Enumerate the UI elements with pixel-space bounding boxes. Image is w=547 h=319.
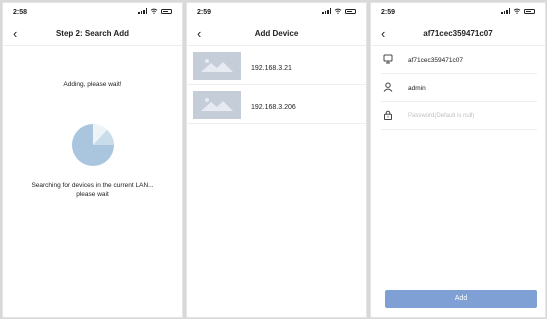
radar-scan-icon (72, 124, 114, 166)
search-add-screen: 2:58 ‹ Step 2: Search Add Adding, please… (2, 2, 183, 318)
signal-icon (501, 8, 510, 14)
status-bar: 2:58 (3, 3, 182, 23)
status-bar: 2:59 (371, 3, 545, 23)
wifi-icon (513, 8, 521, 14)
device-thumbnail-icon (193, 52, 241, 80)
page-title: Add Device (254, 29, 299, 38)
username-field[interactable]: admin (381, 74, 537, 102)
wifi-icon (150, 8, 158, 14)
page-title: af71cec359471c07 (423, 29, 493, 38)
status-time: 2:59 (381, 9, 396, 16)
password-placeholder: Password(Default is null) (408, 113, 475, 119)
nav-bar: ‹ af71cec359471c07 (371, 23, 545, 46)
device-list-item[interactable]: 192.168.3.206 (187, 85, 366, 124)
device-thumbnail-icon (193, 91, 241, 119)
status-time: 2:58 (13, 9, 28, 16)
add-button[interactable]: Add (385, 290, 537, 308)
device-list-item[interactable]: 192.168.3.21 (187, 46, 366, 85)
add-device-screen: 2:59 ‹ Add Device 192.168.3.21 192.168.3… (186, 2, 367, 318)
password-field[interactable]: Password(Default is null) (381, 102, 537, 130)
device-ip: 192.168.3.21 (251, 65, 292, 72)
page-title: Step 2: Search Add (55, 29, 130, 38)
battery-icon (345, 8, 356, 14)
adding-message: Adding, please wait! (63, 81, 122, 88)
signal-icon (138, 8, 147, 14)
searching-message: Searching for devices in the current LAN… (3, 181, 182, 199)
status-icons (322, 8, 356, 14)
status-bar: 2:59 (187, 3, 366, 23)
device-login-screen: 2:59 ‹ af71cec359471c07 af71cec359471c07… (370, 2, 546, 318)
signal-icon (322, 8, 331, 14)
searching-line-1: Searching for devices in the current LAN… (31, 182, 154, 189)
searching-line-2: please wait (76, 191, 109, 198)
monitor-icon (383, 54, 393, 64)
device-id-value: af71cec359471c07 (408, 57, 463, 64)
status-icons (138, 8, 172, 14)
battery-icon (524, 8, 535, 14)
user-icon (383, 82, 393, 92)
device-id-field[interactable]: af71cec359471c07 (381, 46, 537, 74)
nav-bar: ‹ Add Device (187, 23, 366, 46)
status-icons (501, 8, 535, 14)
lock-icon (384, 110, 392, 120)
wifi-icon (334, 8, 342, 14)
nav-bar: ‹ Step 2: Search Add (3, 23, 182, 46)
device-ip: 192.168.3.206 (251, 104, 296, 111)
username-value: admin (408, 85, 426, 92)
status-time: 2:59 (197, 9, 212, 16)
battery-icon (161, 8, 172, 14)
